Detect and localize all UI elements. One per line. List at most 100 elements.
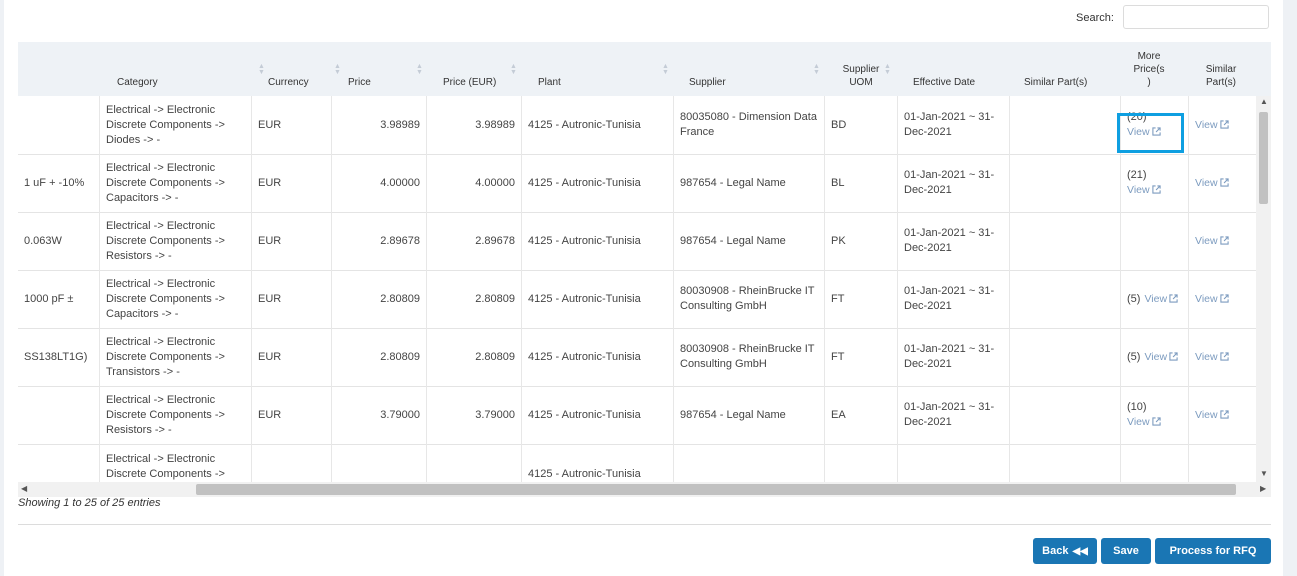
price-cell: 4.00000 [332,154,427,212]
header-plant-label: Plant [538,77,561,88]
more-prices-view-link[interactable]: View [1127,415,1161,430]
header-supplier-uom[interactable]: Supplier UOM [839,42,884,96]
similar-parts-view-link[interactable]: View [1195,292,1229,307]
header-more-prices-label: More Price(s ) [1133,51,1165,88]
header-price-label: Price [348,77,371,88]
date-cell: 01-Jan-2021 ~ 31-Dec-2021 [898,212,1010,270]
price-cell: 2.80809 [332,270,427,328]
header-price-eur[interactable]: Price (EUR) [443,42,538,96]
more-prices-view-link[interactable]: View [1144,292,1178,307]
price-eur-cell [427,444,522,482]
similar-parts-cell [1010,444,1121,482]
price-eur-cell: 4.00000 [427,154,522,212]
similar-parts-view-link[interactable]: Similar Part(s)View [1195,408,1229,423]
more-prices-cell: (10) View [1121,386,1189,444]
external-link-icon [1219,351,1229,361]
header-price[interactable]: Price [348,42,443,96]
header-more-prices[interactable]: More Price(s ) [1132,42,1166,96]
search-input[interactable] [1123,5,1269,29]
more-prices-view-link[interactable]: View [1127,183,1161,198]
description-cell: 0.063W [18,212,100,270]
view-label: View [1195,234,1218,247]
sort-icon: ▲ ▼ [510,63,517,76]
header-supplier-label: Supplier [689,77,726,88]
supplier-cell: 80030908 - RheinBrucke IT Consulting Gmb… [674,328,825,386]
external-link-icon [1151,185,1161,194]
header-effective-date-label: Effective Date [913,77,976,88]
scroll-left-icon[interactable]: ◀ [21,484,27,493]
similar-parts-view-cell: View [1189,270,1256,328]
header-effective-date[interactable]: Effective Date [913,42,1023,96]
scroll-right-icon[interactable]: ▶ [1260,484,1266,493]
header-supplier[interactable]: Supplier [689,42,829,96]
similar-parts-view-cell: View [1189,96,1256,154]
prices-table: Category ▲ ▼ Currency ▲ ▼ Price ▲ ▼ Price (… [18,42,1271,482]
sort-icon: ▲ ▼ [416,63,423,76]
currency-cell: EUR [252,96,332,154]
header-currency-label: Currency [268,77,309,88]
external-link-icon [1169,351,1178,361]
table-row: Electrical -> Electronic Discrete Compon… [18,386,1256,445]
date-cell: 01-Jan-2021 ~ 31-Dec-2021 [898,328,1010,386]
header-supplier-uom-label: Supplier UOM [842,64,880,88]
scroll-down-icon[interactable]: ▼ [1260,469,1268,478]
table-row: 0.063W Electrical -> Electronic Discrete… [18,212,1256,271]
uom-cell: FT [825,328,898,386]
sort-icon: ▲ ▼ [813,63,820,76]
horizontal-scroll-thumb[interactable] [196,484,1236,495]
sort-icon: ▲ ▼ [258,63,265,76]
price-cell [332,444,427,482]
description-cell [18,96,100,154]
plant-cell: 4125 - Autronic-Tunisia [522,444,674,482]
currency-cell: EUR [252,270,332,328]
price-eur-cell: 3.98989 [427,96,522,154]
description-cell: 1 uF + -10% [18,154,100,212]
similar-parts-view-link[interactable]: View [1195,176,1229,191]
scroll-up-icon[interactable]: ▲ [1260,97,1268,106]
description-cell: 1000 pF ± [18,270,100,328]
similar-parts-view-link[interactable]: View [1195,234,1229,249]
currency-cell: EUR [252,212,332,270]
back-button[interactable]: Back ◀◀ [1033,538,1097,564]
table-row: Electrical -> Electronic Discrete Compon… [18,444,1256,482]
external-link-icon [1219,119,1229,129]
price-eur-cell: 2.80809 [427,270,522,328]
external-link-icon [1169,293,1178,303]
view-label: View [1127,416,1150,428]
header-category[interactable]: Category [117,42,267,96]
similar-parts-cell [1010,96,1121,154]
similar-parts-view-link[interactable]: View [1195,118,1229,133]
plant-cell: 4125 - Autronic-Tunisia [522,328,674,386]
process-button-label: Process for RFQ [1169,545,1257,557]
vertical-scrollbar[interactable]: ▲ ▼ [1256,96,1271,482]
more-prices-cell: (21) View [1121,154,1189,212]
save-button[interactable]: Save [1101,538,1151,564]
price-cell: 3.79000 [332,386,427,444]
date-cell: 01-Jan-2021 ~ 31-Dec-2021 [898,270,1010,328]
external-link-icon [1219,409,1229,419]
category-cell: Electrical -> Electronic Discrete Compon… [100,386,252,444]
header-similar-parts-label: Similar Part(s) [1024,77,1088,88]
header-similar-parts-2[interactable]: Similar Part(s) [1201,42,1241,96]
similar-parts-view-link[interactable]: View [1195,350,1229,365]
more-prices-cell: (5) View [1121,270,1189,328]
price-eur-cell: 2.89678 [427,212,522,270]
table-header: Category ▲ ▼ Currency ▲ ▼ Price ▲ ▼ Price (… [18,42,1271,96]
header-similar-parts[interactable]: Similar Part(s) [1024,42,1124,96]
horizontal-scrollbar[interactable]: ◀ ▶ [18,482,1271,497]
more-prices-count: (21) [1127,169,1147,181]
more-prices-view-link[interactable]: View [1144,350,1178,365]
description-cell: SS138LT1G) [18,328,100,386]
external-link-icon [1151,417,1161,426]
category-cell: Electrical -> Electronic Discrete Compon… [100,270,252,328]
process-for-rfq-button[interactable]: Process for RFQ [1155,538,1271,564]
header-category-label: Category [117,77,158,88]
highlight-box [1117,113,1184,153]
sort-icon: ▲ ▼ [884,63,891,76]
supplier-cell: 987654 - Legal Name [674,212,825,270]
vertical-scroll-thumb[interactable] [1259,112,1268,204]
table-info: Showing 1 to 25 of 25 entries [18,497,161,509]
view-label: View [1195,350,1218,363]
more-prices-count: (10) [1127,401,1147,413]
date-cell: 01-Jan-2021 ~ 31-Dec-2021 [898,386,1010,444]
